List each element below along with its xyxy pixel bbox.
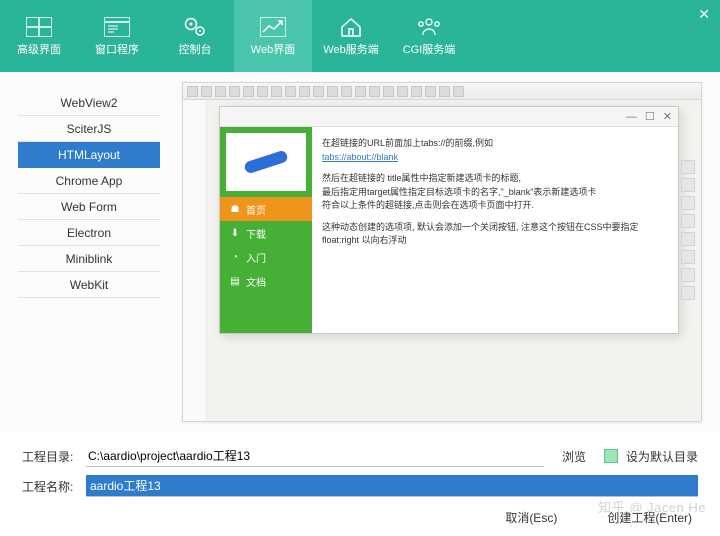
demo-logo xyxy=(226,133,306,191)
sidebar-item-webview2[interactable]: WebView2 xyxy=(18,90,160,116)
editor-area: — ☐ ✕ ☗首页 ⬇下载 ◔入门 ▤文档 xyxy=(207,100,701,421)
editor-gutter xyxy=(183,100,207,421)
toolbar-label: Web界面 xyxy=(251,41,295,57)
demo-titlebar: — ☐ ✕ xyxy=(220,107,678,127)
download-icon: ⬇ xyxy=(230,228,240,238)
body: WebView2 SciterJS HTMLayout Chrome App W… xyxy=(0,72,720,432)
window-icon xyxy=(103,16,131,38)
min-icon[interactable]: — xyxy=(626,111,637,123)
toolbar-window-prog[interactable]: 窗口程序 xyxy=(78,0,156,72)
demo-content: 在超链接的URL前面加上tabs://的前缀,例如 tabs://about:/… xyxy=(312,127,678,333)
demo-nav-download[interactable]: ⬇下载 xyxy=(220,221,312,245)
enter-icon: ◔ xyxy=(230,252,240,262)
sidebar-item-chromeapp[interactable]: Chrome App xyxy=(18,168,160,194)
demo-nav-home[interactable]: ☗首页 xyxy=(220,197,312,221)
toolbar-label: CGI服务端 xyxy=(403,41,456,57)
demo-text: 然后在超链接的 title属性中指定新建选项卡的标题, xyxy=(322,172,668,186)
toolbar-web-ui[interactable]: Web界面 xyxy=(234,0,312,72)
home-icon xyxy=(337,16,365,38)
toolbar-web-server[interactable]: Web服务端 xyxy=(312,0,390,72)
toolbar-console[interactable]: 控制台 xyxy=(156,0,234,72)
toolbar-label: Web服务端 xyxy=(323,41,378,57)
editor-roll xyxy=(681,160,695,391)
doc-icon: ▤ xyxy=(230,276,240,286)
usb-icon xyxy=(243,149,289,174)
project-dir-input[interactable] xyxy=(86,445,544,467)
demo-nav-doc[interactable]: ▤文档 xyxy=(220,269,312,293)
chart-icon xyxy=(259,16,287,38)
create-button[interactable]: 创建工程(Enter) xyxy=(607,509,692,526)
default-dir-label: 设为默认目录 xyxy=(626,448,698,465)
sidebar-item-sciterjs[interactable]: SciterJS xyxy=(18,116,160,142)
demo-text: 最后指定用target属性指定目标选项卡的名字,"_blank"表示新建选项卡 xyxy=(322,186,668,200)
top-toolbar: 高级界面 窗口程序 控制台 Web界面 Web服务端 CGI服务端 ✕ xyxy=(0,0,720,72)
home-icon: ☗ xyxy=(230,204,240,214)
demo-window: — ☐ ✕ ☗首页 ⬇下载 ◔入门 ▤文档 xyxy=(219,106,679,334)
project-name-input[interactable]: aardio工程13 xyxy=(86,475,698,497)
sidebar-item-webkit[interactable]: WebKit xyxy=(18,272,160,298)
people-icon xyxy=(415,16,443,38)
gear-icon xyxy=(181,16,209,38)
close-icon[interactable]: ✕ xyxy=(698,6,710,23)
toolbar-label: 控制台 xyxy=(179,41,212,57)
default-dir-checkbox[interactable] xyxy=(604,449,618,463)
sidebar-item-miniblink[interactable]: Miniblink xyxy=(18,246,160,272)
demo-nav-enter[interactable]: ◔入门 xyxy=(220,245,312,269)
editor-toolbar xyxy=(183,83,701,100)
browse-button[interactable]: 浏览 xyxy=(552,448,596,465)
toolbar-label: 高级界面 xyxy=(17,41,61,57)
toolbar-cgi-server[interactable]: CGI服务端 xyxy=(390,0,468,72)
preview-screenshot: — ☐ ✕ ☗首页 ⬇下载 ◔入门 ▤文档 xyxy=(182,82,702,422)
demo-text: 在超链接的URL前面加上tabs://的前缀,例如 xyxy=(322,137,668,151)
bottom-form: 工程目录: 浏览 设为默认目录 工程名称: aardio工程13 取消(Esc)… xyxy=(0,437,720,536)
preview-pane: — ☐ ✕ ☗首页 ⬇下载 ◔入门 ▤文档 xyxy=(178,72,720,432)
sidebar-item-htmlayout[interactable]: HTMLayout xyxy=(18,142,160,168)
demo-nav: ☗首页 ⬇下载 ◔入门 ▤文档 xyxy=(220,127,312,333)
demo-link[interactable]: tabs://about://blank xyxy=(322,152,398,162)
sidebar-item-electron[interactable]: Electron xyxy=(18,220,160,246)
max-icon[interactable]: ☐ xyxy=(645,110,655,123)
grid-icon xyxy=(25,16,53,38)
demo-text: 这种动态创建的选项项, 默认会添加一个关闭按钮, 注意这个按钮在CSS中要指定 … xyxy=(322,221,668,248)
toolbar-adv-ui[interactable]: 高级界面 xyxy=(0,0,78,72)
demo-text: 符合以上条件的超链接,点击则会在选项卡页面中打开. xyxy=(322,199,668,213)
sidebar-item-webform[interactable]: Web Form xyxy=(18,194,160,220)
cancel-button[interactable]: 取消(Esc) xyxy=(505,509,557,526)
toolbar-label: 窗口程序 xyxy=(95,41,139,57)
close-icon[interactable]: ✕ xyxy=(663,110,672,123)
name-label: 工程名称: xyxy=(22,478,78,495)
template-sidebar: WebView2 SciterJS HTMLayout Chrome App W… xyxy=(0,72,178,432)
dir-label: 工程目录: xyxy=(22,448,78,465)
